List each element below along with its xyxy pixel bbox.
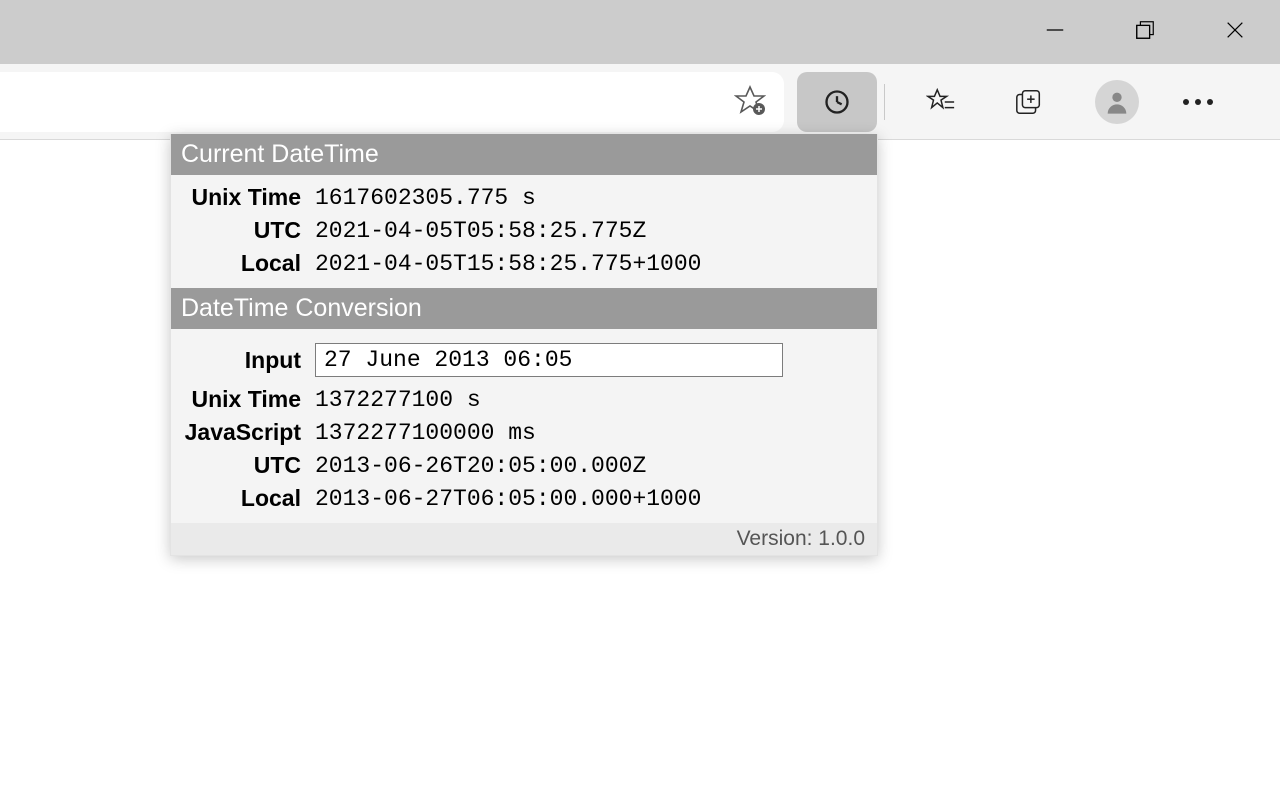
value-conv-js: 1372277100000 ms [315, 420, 536, 446]
minimize-icon [1044, 19, 1066, 41]
value-conv-utc: 2013-06-26T20:05:00.000Z [315, 453, 646, 479]
profile-icon [1103, 88, 1131, 116]
label-conv-utc: UTC [181, 452, 315, 479]
row-current-local: Local 2021-04-05T15:58:25.775+1000 [171, 247, 877, 280]
value-local: 2021-04-05T15:58:25.775+1000 [315, 251, 701, 277]
label-conv-js: JavaScript [181, 419, 315, 446]
label-conv-local: Local [181, 485, 315, 512]
dot-icon [1195, 99, 1201, 105]
popup-footer: Version: 1.0.0 [171, 523, 877, 555]
row-conv-unix: Unix Time 1372277100 s [171, 383, 877, 416]
label-utc: UTC [181, 217, 315, 244]
section-current-body: Unix Time 1617602305.775 s UTC 2021-04-0… [171, 175, 877, 288]
row-input: Input [171, 335, 877, 383]
favorites-icon [926, 87, 956, 117]
row-current-unix: Unix Time 1617602305.775 s [171, 181, 877, 214]
row-current-utc: UTC 2021-04-05T05:58:25.775Z [171, 214, 877, 247]
extension-button[interactable] [797, 72, 877, 132]
section-header-conversion: DateTime Conversion [171, 288, 877, 329]
settings-menu-button[interactable] [1183, 99, 1213, 105]
label-local: Local [181, 250, 315, 277]
value-conv-unix: 1372277100 s [315, 387, 481, 413]
section-header-current: Current DateTime [171, 134, 877, 175]
row-conv-utc: UTC 2013-06-26T20:05:00.000Z [171, 449, 877, 482]
label-unix-time: Unix Time [181, 184, 315, 211]
dot-icon [1183, 99, 1189, 105]
browser-toolbar [0, 64, 1280, 140]
window-titlebar [0, 0, 1280, 64]
label-input: Input [181, 347, 315, 374]
clock-icon [823, 88, 851, 116]
conversion-input[interactable] [315, 343, 783, 377]
maximize-icon [1134, 19, 1156, 41]
maximize-button[interactable] [1100, 10, 1190, 50]
address-bar[interactable] [0, 72, 784, 132]
favorites-button[interactable] [897, 72, 985, 132]
value-utc: 2021-04-05T05:58:25.775Z [315, 218, 646, 244]
section-conversion-body: Input Unix Time 1372277100 s JavaScript … [171, 329, 877, 523]
row-conv-local: Local 2013-06-27T06:05:00.000+1000 [171, 482, 877, 515]
profile-button[interactable] [1095, 80, 1139, 124]
dot-icon [1207, 99, 1213, 105]
toolbar-right [884, 72, 1235, 132]
toolbar-separator [884, 84, 885, 120]
label-conv-unix: Unix Time [181, 386, 315, 413]
collections-button[interactable] [985, 72, 1073, 132]
close-button[interactable] [1190, 10, 1280, 50]
extension-popup: Current DateTime Unix Time 1617602305.77… [170, 134, 878, 556]
row-conv-js: JavaScript 1372277100000 ms [171, 416, 877, 449]
bookmark-add-icon[interactable] [734, 84, 766, 121]
collections-icon [1014, 87, 1044, 117]
value-conv-local: 2013-06-27T06:05:00.000+1000 [315, 486, 701, 512]
minimize-button[interactable] [1010, 10, 1100, 50]
close-icon [1224, 19, 1246, 41]
value-unix-time: 1617602305.775 s [315, 185, 536, 211]
